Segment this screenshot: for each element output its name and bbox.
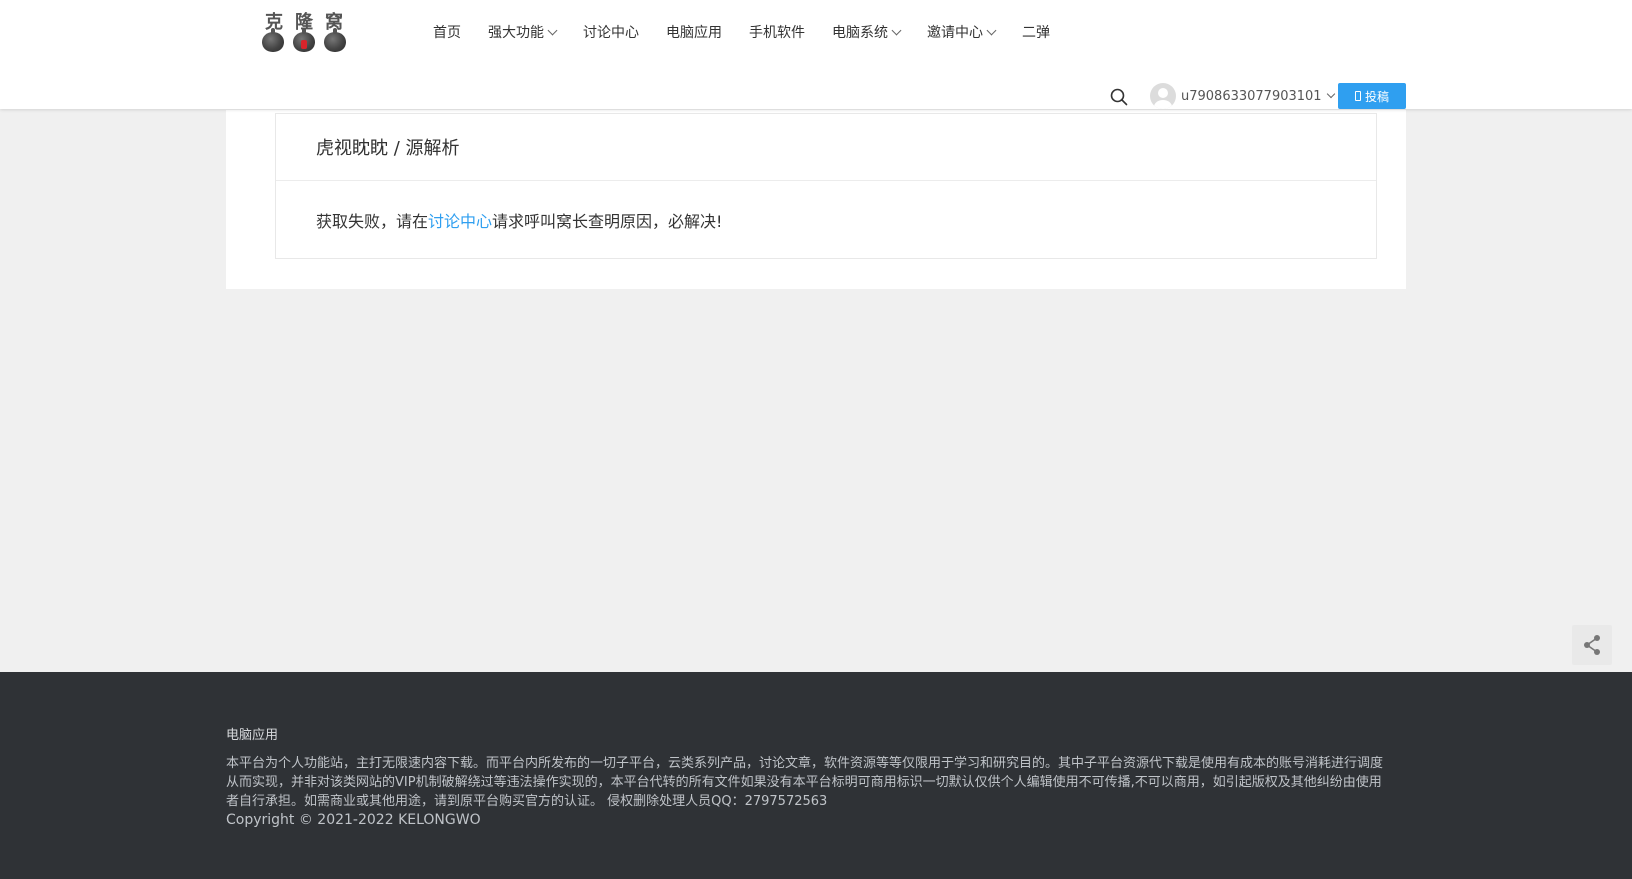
nav-item-label: 首页 [433, 25, 461, 41]
chevron-down-icon [986, 25, 997, 35]
nav-item-features[interactable]: 强大功能 [488, 22, 558, 42]
main-nav: 首页 强大功能 讨论中心 电脑应用 手机软件 电脑系统 邀请中心 二弹 [433, 20, 1077, 44]
post-button[interactable]: 投稿 [1338, 83, 1406, 109]
chevron-down-icon [547, 25, 558, 35]
forum-link[interactable]: 讨论中心 [428, 208, 492, 232]
nav-item-mobile-apps[interactable]: 手机软件 [749, 22, 805, 42]
chevron-down-icon [891, 25, 902, 35]
nav-item-label: 电脑应用 [666, 25, 722, 41]
share-icon [1584, 635, 1600, 655]
nav-item-pc-systems[interactable]: 电脑系统 [832, 22, 902, 42]
logo-ball-icon [324, 28, 346, 52]
nav-item-pc-apps[interactable]: 电脑应用 [666, 22, 722, 42]
nav-item-label: 邀请中心 [927, 25, 983, 41]
site-logo[interactable]: 克 隆 窝 [262, 8, 346, 54]
user-menu[interactable]: u7908633077903101 [1150, 83, 1335, 109]
post-button-label: 投稿 [1364, 89, 1389, 104]
result-card: 虎视眈眈 / 源解析 获取失败，请在 讨论中心 请求呼叫窝长查明原因，必解决! [275, 113, 1377, 259]
chevron-down-icon [1326, 89, 1335, 99]
search-icon[interactable] [1110, 88, 1128, 106]
nav-item-label: 讨论中心 [583, 25, 639, 41]
logo-ball-icon [262, 28, 284, 52]
main-content: 虎视眈眈 / 源解析 获取失败，请在 讨论中心 请求呼叫窝长查明原因，必解决! [226, 110, 1406, 289]
error-text-after: 请求呼叫窝长查明原因，必解决! [492, 212, 723, 231]
footer-description: 本平台为个人功能站，主打无限速内容下载。而平台内所发布的一切子平台，云类系列产品… [226, 756, 1384, 809]
avatar [1150, 83, 1176, 109]
logo-mascots [262, 28, 346, 54]
pen-icon [1354, 91, 1361, 101]
nav-item-label: 强大功能 [488, 25, 544, 41]
site-footer: 电脑应用 本平台为个人功能站，主打无限速内容下载。而平台内所发布的一切子平台，云… [0, 672, 1632, 879]
error-message: 获取失败，请在 讨论中心 请求呼叫窝长查明原因，必解决! [276, 181, 1376, 259]
nav-item-erdan[interactable]: 二弹 [1022, 22, 1050, 42]
footer-title: 电脑应用 [226, 728, 279, 743]
nav-item-label: 二弹 [1022, 25, 1050, 41]
nav-item-label: 手机软件 [749, 25, 805, 41]
footer-copyright: Copyright © 2021-2022 KELONGWO [226, 812, 481, 828]
error-text-before: 获取失败，请在 [316, 212, 429, 231]
nav-item-label: 电脑系统 [832, 25, 888, 41]
nav-item-invite[interactable]: 邀请中心 [927, 22, 997, 42]
logo-ball-icon [293, 28, 315, 52]
nav-item-forum[interactable]: 讨论中心 [583, 22, 639, 42]
nav-item-home[interactable]: 首页 [433, 22, 461, 42]
site-header: 克 隆 窝 首页 强大功能 讨论中心 电脑应用 手机软件 电脑系统 邀请中心 二… [0, 0, 1632, 109]
username: u7908633077903101 [1181, 88, 1322, 104]
breadcrumb: 虎视眈眈 / 源解析 [276, 114, 1376, 181]
share-button[interactable] [1572, 625, 1612, 665]
